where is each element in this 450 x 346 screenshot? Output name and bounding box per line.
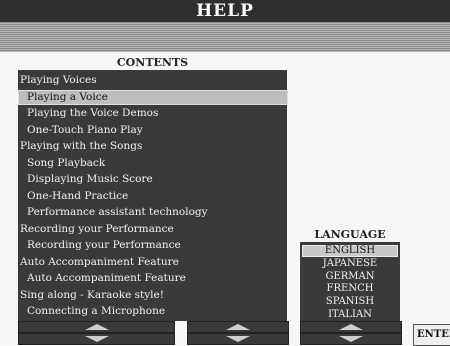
contents-item-label: Playing with the Songs	[20, 140, 143, 152]
header-stripe	[0, 22, 450, 52]
contents-item-label: Song Playback	[27, 156, 106, 169]
contents-item-label: Sing along - Karaoke style!	[20, 288, 164, 301]
subcontents-scroll-up-button[interactable]	[187, 321, 289, 333]
language-item[interactable]: SPANISH	[300, 295, 400, 308]
language-scroll-down-button[interactable]	[300, 333, 402, 345]
subcontents-scroll-down-button[interactable]	[187, 333, 289, 345]
contents-item[interactable]: Auto Accompaniment Feature	[18, 270, 287, 286]
contents-item[interactable]: Displaying Music Score	[18, 171, 287, 187]
language-item-label: SPANISH	[325, 296, 375, 308]
language-item-label: GERMAN	[325, 270, 375, 282]
contents-item-label: Performance assistant technology	[27, 206, 208, 218]
contents-item[interactable]: Performance assistant technology	[18, 204, 287, 220]
language-item[interactable]: GERMAN	[300, 270, 400, 283]
contents-list[interactable]: Playing Voices Playing a Voice Playing the…	[18, 70, 288, 321]
contents-item[interactable]: Playing Voices	[18, 72, 287, 88]
arrow-down-icon	[226, 336, 250, 342]
language-scroll-up-button[interactable]	[300, 321, 402, 333]
contents-item[interactable]: One-Hand Practice	[18, 188, 287, 204]
arrow-down-icon	[339, 336, 363, 342]
language-title: LANGUAGE	[314, 228, 386, 241]
contents-item-label: Recording your Performance	[20, 222, 174, 235]
contents-item[interactable]: Playing with the Songs	[18, 138, 287, 154]
contents-scroll-down-button[interactable]	[18, 333, 175, 345]
arrow-up-icon	[226, 324, 250, 330]
contents-item-label: One-Touch Piano Play	[27, 123, 143, 136]
contents-item[interactable]: Sing along - Karaoke style!	[18, 287, 287, 303]
arrow-down-icon	[84, 336, 109, 342]
language-item-label: FRENCH	[326, 283, 374, 295]
language-item[interactable]: ITALIAN	[300, 308, 400, 321]
contents-item-label: Auto Accompaniment Feature	[27, 272, 186, 284]
contents-item[interactable]: Connecting a Microphone	[18, 303, 287, 319]
language-item[interactable]: FRENCH	[300, 282, 400, 295]
contents-scroll-up-button[interactable]	[18, 321, 175, 333]
language-item-label: JAPANESE	[322, 257, 378, 269]
language-item[interactable]: ENGLISH	[300, 244, 400, 257]
contents-item-label: Connecting a Microphone	[27, 305, 166, 317]
arrow-up-icon	[84, 324, 109, 330]
contents-item[interactable]: Playing a Voice	[18, 89, 288, 105]
language-item-label: ENGLISH	[324, 245, 376, 256]
enter-button[interactable]: ENTER	[413, 324, 450, 346]
contents-item-label: Playing Voices	[20, 74, 97, 86]
contents-item-label: Auto Accompaniment Feature	[20, 255, 179, 268]
contents-item-label: One-Hand Practice	[27, 189, 129, 202]
contents-item[interactable]: Auto Accompaniment Feature	[18, 254, 287, 270]
contents-item[interactable]: Playing the Voice Demos	[18, 105, 287, 121]
contents-item-label: Displaying Music Score	[27, 173, 153, 185]
language-item[interactable]: JAPANESE	[300, 257, 400, 270]
contents-title: CONTENTS	[116, 56, 189, 69]
contents-item[interactable]: Song Playback	[18, 155, 287, 171]
contents-item-label: Playing the Voice Demos	[27, 107, 159, 119]
language-item-label: ITALIAN	[328, 309, 372, 320]
contents-item[interactable]: One-Touch Piano Play	[18, 122, 287, 138]
contents-item[interactable]: Recording your Performance	[18, 237, 287, 253]
contents-item-label: Recording your Performance	[27, 239, 181, 251]
window-title: HELP	[0, 0, 450, 22]
language-list[interactable]: ENGLISH JAPANESE GERMAN FRENCH SPANISH ITALIA…	[300, 242, 400, 321]
contents-item-label: Playing a Voice	[27, 90, 108, 103]
contents-item[interactable]: Recording your Performance	[18, 221, 287, 237]
arrow-up-icon	[339, 324, 363, 330]
